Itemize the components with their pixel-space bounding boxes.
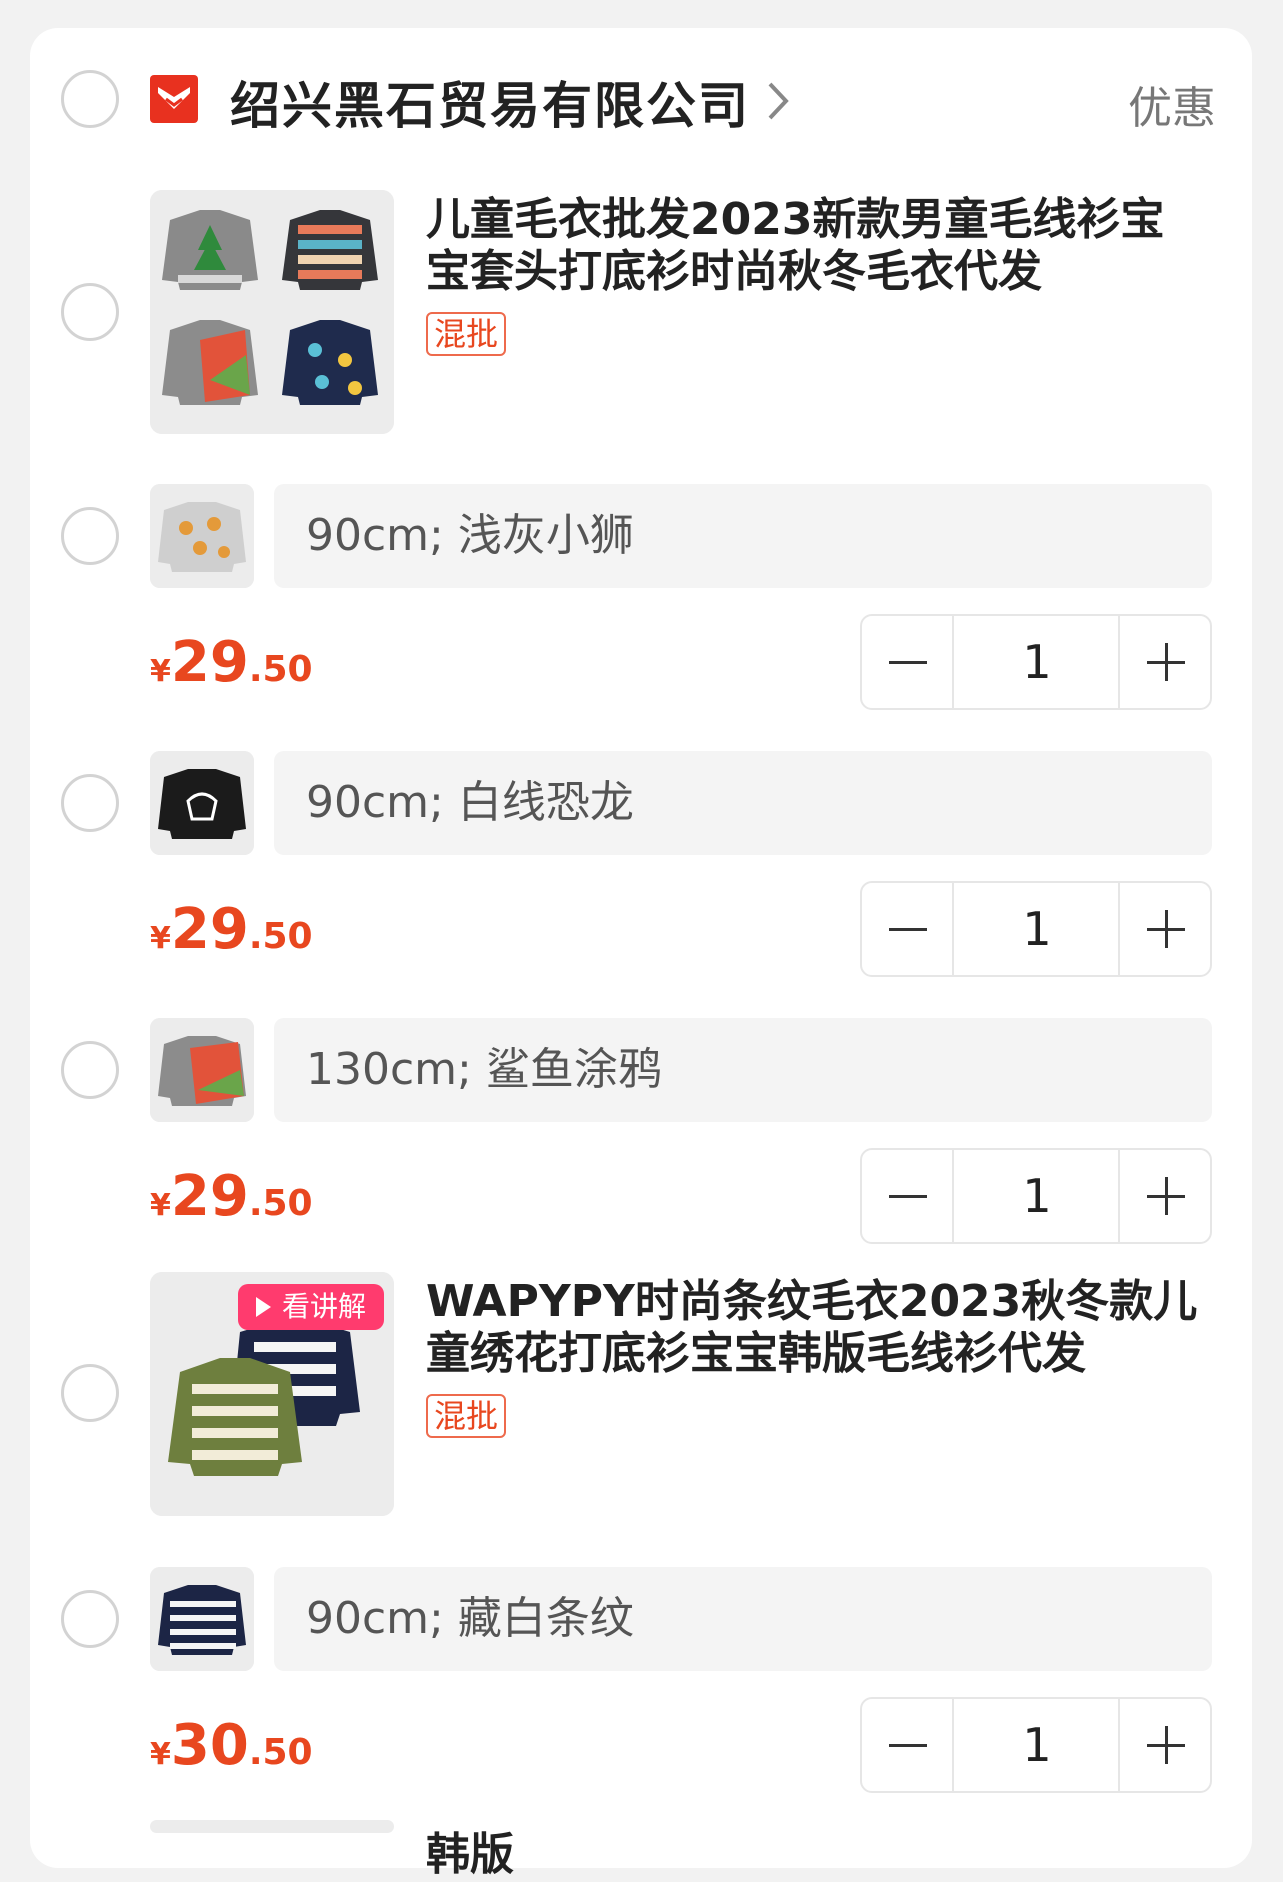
product-image[interactable] — [150, 190, 394, 434]
increase-button[interactable] — [1118, 1699, 1210, 1791]
play-icon — [256, 1297, 271, 1317]
increase-button[interactable] — [1118, 1150, 1210, 1242]
decrease-button[interactable] — [862, 1699, 954, 1791]
product-image[interactable]: 看讲解 — [150, 1272, 394, 1516]
product-select-radio[interactable] — [61, 283, 119, 341]
quantity-input[interactable]: 1 — [956, 616, 1118, 708]
variant-select-radio[interactable] — [61, 1590, 119, 1648]
variant-spec[interactable]: 130cm; 鲨鱼涂鸦 — [274, 1018, 1212, 1122]
shop-select-radio[interactable] — [61, 70, 119, 128]
price-currency: ¥ — [150, 921, 171, 956]
increase-button[interactable] — [1118, 883, 1210, 975]
quantity-stepper: 1 — [860, 614, 1212, 710]
price-integer: 29 — [170, 630, 249, 695]
variant-image[interactable] — [150, 751, 254, 855]
variant-image[interactable] — [150, 1018, 254, 1122]
quantity-input[interactable]: 1 — [956, 1150, 1118, 1242]
variant-spec[interactable]: 90cm; 白线恐龙 — [274, 751, 1212, 855]
price-currency: ¥ — [150, 654, 171, 689]
variant-select-radio[interactable] — [61, 774, 119, 832]
mixed-batch-tag: 混批 — [426, 1394, 507, 1438]
price: ¥29.50 — [150, 897, 313, 962]
product-image[interactable] — [150, 1820, 394, 1833]
product-title[interactable]: WAPYPY时尚条纹毛衣2023秋冬款儿童绣花打底衫宝宝韩版毛线衫代发 — [426, 1276, 1206, 1380]
price: ¥29.50 — [150, 1164, 313, 1229]
product-title[interactable]: 韩版 — [426, 1818, 514, 1882]
variant-image[interactable] — [150, 484, 254, 588]
shop-name[interactable]: 绍兴黑石贸易有限公司 — [230, 66, 750, 138]
quantity-stepper: 1 — [860, 881, 1212, 977]
price: ¥29.50 — [150, 630, 313, 695]
price-decimal: .50 — [248, 1183, 313, 1224]
price-decimal: .50 — [248, 1732, 313, 1773]
variant-spec[interactable]: 90cm; 浅灰小狮 — [274, 484, 1212, 588]
price-integer: 30 — [170, 1713, 249, 1778]
price: ¥30.50 — [150, 1713, 313, 1778]
video-explain-label: 看讲解 — [282, 1290, 367, 1323]
product-title[interactable]: 儿童毛衣批发2023新款男童毛线衫宝宝套头打底衫时尚秋冬毛衣代发 — [426, 194, 1206, 298]
price-decimal: .50 — [248, 649, 313, 690]
decrease-button[interactable] — [862, 1150, 954, 1242]
promo-button[interactable]: 优惠 — [1128, 72, 1216, 136]
decrease-button[interactable] — [862, 883, 954, 975]
price-currency: ¥ — [150, 1188, 171, 1223]
video-explain-badge[interactable]: 看讲解 — [238, 1284, 384, 1330]
quantity-input[interactable]: 1 — [956, 1699, 1118, 1791]
decrease-button[interactable] — [862, 616, 954, 708]
product-select-radio[interactable] — [61, 1364, 119, 1422]
chevron-right-icon[interactable] — [765, 80, 791, 126]
price-integer: 29 — [170, 897, 249, 962]
price-currency: ¥ — [150, 1737, 171, 1772]
price-integer: 29 — [170, 1164, 249, 1229]
variant-spec[interactable]: 90cm; 藏白条纹 — [274, 1567, 1212, 1671]
mixed-batch-tag: 混批 — [426, 312, 507, 356]
shop-logo-icon — [150, 75, 198, 123]
variant-select-radio[interactable] — [61, 1041, 119, 1099]
increase-button[interactable] — [1118, 616, 1210, 708]
quantity-stepper: 1 — [860, 1697, 1212, 1793]
variant-select-radio[interactable] — [61, 507, 119, 565]
quantity-input[interactable]: 1 — [956, 883, 1118, 975]
variant-image[interactable] — [150, 1567, 254, 1671]
price-decimal: .50 — [248, 916, 313, 957]
quantity-stepper: 1 — [860, 1148, 1212, 1244]
